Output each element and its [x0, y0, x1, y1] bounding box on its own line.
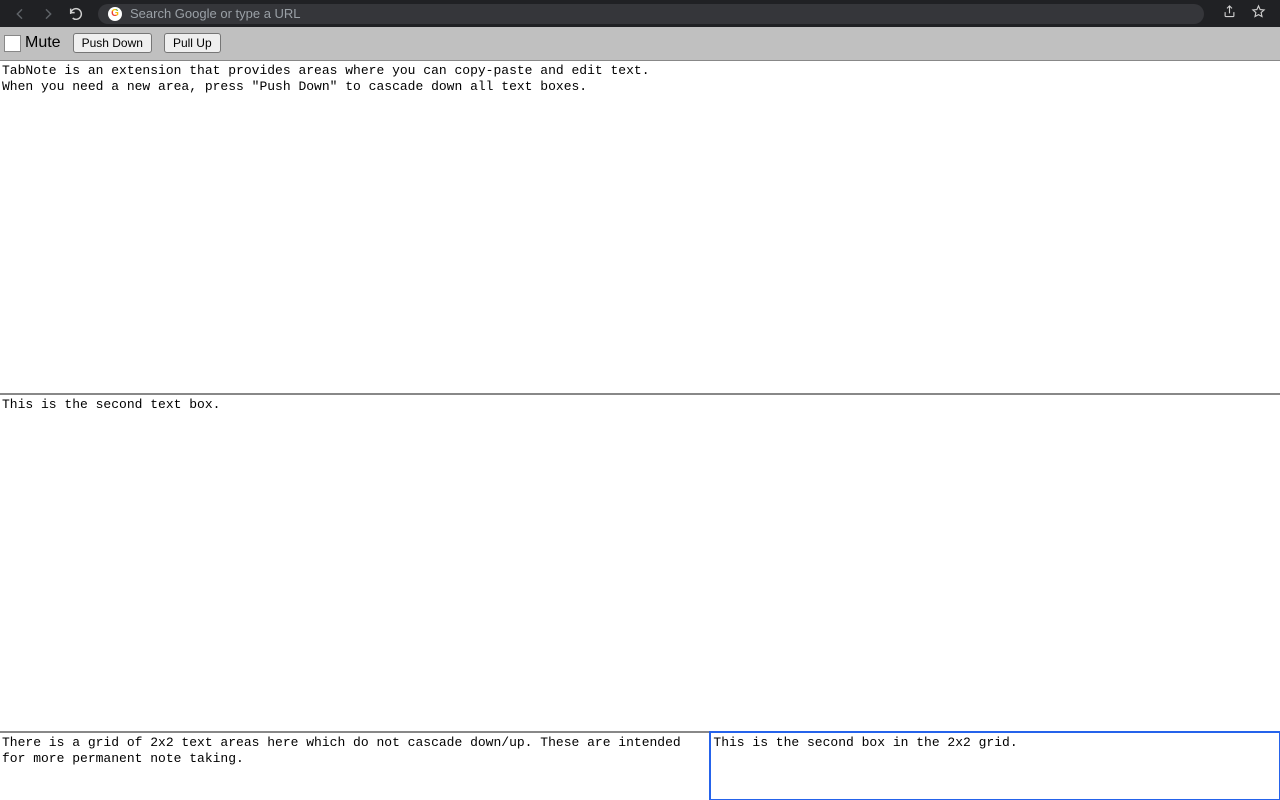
reload-icon[interactable]	[68, 6, 84, 22]
omnibox[interactable]: G Search Google or type a URL	[98, 4, 1204, 24]
toolbar: Mute Push Down Pull Up	[0, 27, 1280, 61]
browser-chrome: G Search Google or type a URL	[0, 0, 1280, 27]
google-icon: G	[108, 7, 122, 21]
mute-checkbox[interactable]	[4, 35, 21, 52]
grid-textbox-top-left[interactable]	[0, 732, 710, 800]
mute-label: Mute	[25, 34, 61, 52]
bookmark-star-icon[interactable]	[1251, 4, 1266, 24]
textbox-2[interactable]	[0, 394, 1280, 732]
back-icon[interactable]	[12, 6, 28, 22]
grid-row-top	[0, 732, 1280, 800]
share-icon[interactable]	[1222, 4, 1237, 24]
pull-up-button[interactable]: Pull Up	[164, 33, 221, 53]
omnibox-placeholder: Search Google or type a URL	[130, 6, 301, 21]
grid-textbox-top-right[interactable]	[710, 732, 1280, 800]
push-down-button[interactable]: Push Down	[73, 33, 152, 53]
chrome-right-controls	[1212, 4, 1272, 24]
page-body: Mute Push Down Pull Up	[0, 27, 1280, 800]
nav-controls	[8, 6, 84, 22]
textbox-1[interactable]	[0, 61, 1280, 394]
mute-control[interactable]: Mute	[4, 34, 61, 52]
forward-icon[interactable]	[40, 6, 56, 22]
text-areas-container	[0, 61, 1280, 800]
